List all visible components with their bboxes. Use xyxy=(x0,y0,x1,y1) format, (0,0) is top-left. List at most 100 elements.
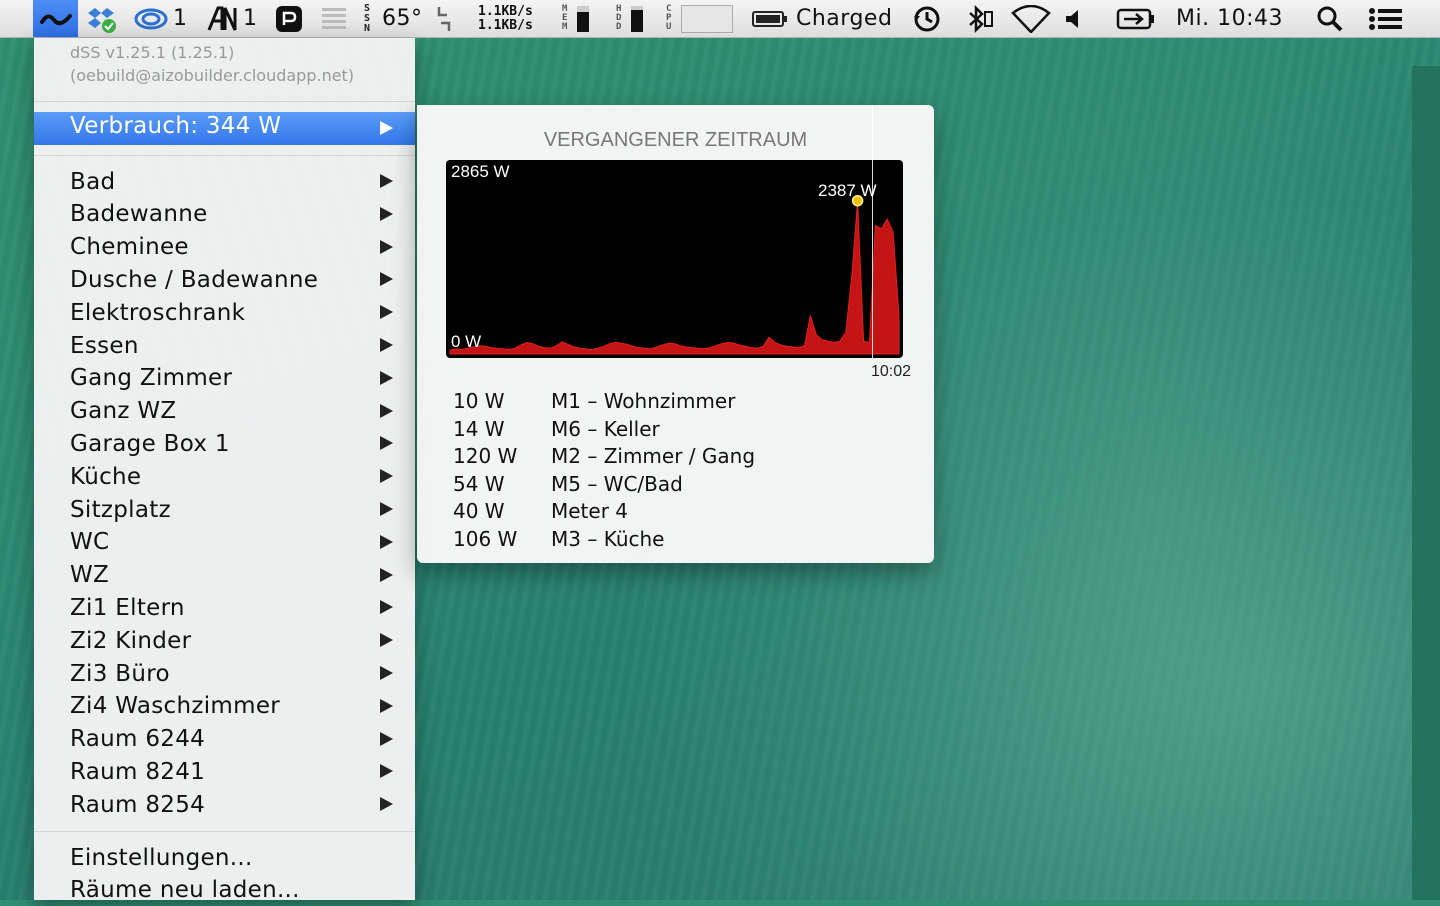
room-label: Sitzplatz xyxy=(70,496,171,523)
disk-bar xyxy=(631,5,643,32)
stacked-bars-icon[interactable] xyxy=(320,0,348,37)
menu-item-reload-rooms[interactable]: Räume neu laden... xyxy=(34,873,415,906)
menu-item-room[interactable]: WC xyxy=(34,526,415,559)
room-label: Zi1 Eltern xyxy=(70,594,185,621)
menu-item-room[interactable]: Bad xyxy=(34,165,415,198)
dss-app-menu-extra[interactable] xyxy=(33,0,78,37)
cpu-graph xyxy=(681,4,733,33)
menu-item-room[interactable]: Gang Zimmer xyxy=(34,362,415,395)
clock-text: Mi. 10:43 xyxy=(1176,6,1283,31)
weather-menu-extra[interactable]: SSN 65° xyxy=(364,0,423,37)
cpu-meter[interactable]: CPU xyxy=(666,0,733,37)
menu-item-room[interactable]: Raum 6244 xyxy=(34,723,415,756)
chart-marker-label: 2387 W xyxy=(818,181,877,200)
menubar-clock[interactable]: Mi. 10:43 xyxy=(1176,0,1283,37)
wifi-icon[interactable] xyxy=(1011,0,1051,37)
submenu-arrow-icon xyxy=(380,633,393,648)
menu-item-room[interactable]: WZ xyxy=(34,559,415,592)
submenu-arrow-icon xyxy=(380,436,393,451)
submenu-arrow-icon xyxy=(380,764,393,779)
network-speed-readout[interactable]: 1.1KB/s 1.1KB/s xyxy=(478,0,533,37)
submenu-arrow-icon xyxy=(380,370,393,385)
menu-item-room[interactable]: Zi4 Waschzimmer xyxy=(34,690,415,723)
menu-item-room[interactable]: Zi2 Kinder xyxy=(34,624,415,657)
menu-item-room[interactable]: Badewanne xyxy=(34,198,415,231)
disk-meter[interactable]: HDD xyxy=(616,0,643,37)
font-icon xyxy=(207,6,237,31)
font-menu-extra[interactable]: 1 xyxy=(207,0,258,37)
power-source-icon[interactable] xyxy=(1116,0,1156,37)
menu-item-room[interactable]: Essen xyxy=(34,329,415,362)
menu-item-room[interactable]: Ganz WZ xyxy=(34,395,415,428)
submenu-arrow-icon xyxy=(380,731,393,746)
menu-separator xyxy=(34,155,415,156)
room-label: Zi3 Büro xyxy=(70,660,170,687)
dropbox-sync-icon[interactable] xyxy=(84,0,120,37)
submenu-arrow-icon xyxy=(380,338,393,352)
time-machine-icon[interactable] xyxy=(912,0,942,37)
volume-icon[interactable] xyxy=(1064,0,1084,37)
submenu-arrow-icon xyxy=(380,469,393,484)
network-upload-speed: 1.1KB/s xyxy=(478,3,533,19)
menu-item-room[interactable]: Raum 8241 xyxy=(34,755,415,788)
font-count: 1 xyxy=(243,6,258,31)
submenu-arrow-icon xyxy=(380,272,393,287)
room-label: Dusche / Badewanne xyxy=(70,266,319,293)
room-label: WZ xyxy=(70,562,110,589)
room-label: Cheminee xyxy=(70,234,189,261)
meter-row: 106 W M3 – Küche xyxy=(453,527,893,555)
menu-item-room[interactable]: Zi1 Eltern xyxy=(34,591,415,624)
menu-separator xyxy=(34,101,415,102)
cpu-label: CPU xyxy=(666,4,672,32)
submenu-arrow-icon xyxy=(380,600,393,615)
meter-value: 106 W xyxy=(453,527,518,551)
menu-item-consumption[interactable]: Verbrauch: 344 W xyxy=(34,112,415,145)
submenu-arrow-icon xyxy=(380,502,393,516)
settings-label: Einstellungen... xyxy=(70,844,253,871)
submenu-arrow-icon xyxy=(380,121,393,135)
temperature-reading: 65° xyxy=(382,6,423,31)
meter-name: M6 – Keller xyxy=(551,416,660,441)
submenu-arrow-icon xyxy=(380,206,393,221)
chart-time-label: 10:02 xyxy=(871,363,912,380)
battery-menu-extra[interactable]: Charged xyxy=(752,0,892,37)
room-label: Ganz WZ xyxy=(70,398,177,425)
menu-bar: 1 1 SSN 65° 1.1KB/s 1.1KB/s MEM HDD CPU … xyxy=(0,0,1440,38)
menu-item-room[interactable]: Garage Box 1 xyxy=(34,427,415,460)
meter-value: 54 W xyxy=(453,471,505,496)
submenu-arrow-icon xyxy=(380,239,393,254)
power-area-series xyxy=(449,200,900,355)
room-label: WC xyxy=(70,529,110,556)
power-chart[interactable]: 2865 W 0 W 2387 W xyxy=(446,160,903,358)
spotlight-search-icon[interactable] xyxy=(1316,0,1344,37)
room-label: Küche xyxy=(70,463,142,490)
submenu-arrow-icon xyxy=(380,174,393,188)
submenu-arrow-icon xyxy=(380,666,393,680)
weather-direction: SSN xyxy=(364,2,371,34)
consumption-label: Verbrauch: 344 W xyxy=(70,113,282,139)
meter-value: 40 W xyxy=(453,499,505,524)
memory-meter[interactable]: MEM xyxy=(562,0,589,37)
memory-bar xyxy=(577,5,589,32)
meter-value: 14 W xyxy=(453,416,505,441)
menu-item-room[interactable]: Sitzplatz xyxy=(34,493,415,526)
menu-item-room[interactable]: Cheminee xyxy=(34,231,415,264)
cloud-sync-menu-extra[interactable]: 1 xyxy=(133,0,188,37)
menu-item-room[interactable]: Dusche / Badewanne xyxy=(34,263,415,296)
menu-item-room[interactable]: Zi3 Büro xyxy=(34,657,415,690)
menu-item-settings[interactable]: Einstellungen... xyxy=(34,841,415,874)
refresh-arrows-icon[interactable] xyxy=(436,0,452,37)
version-info: dSS v1.25.1 (1.25.1) xyxy=(70,43,235,62)
consumption-submenu: VERGANGENER ZEITRAUM 2865 W 0 W 2387 W 1… xyxy=(417,105,934,563)
notification-center-icon[interactable] xyxy=(1368,0,1404,37)
desktop-window-edge xyxy=(1412,66,1440,900)
meter-name: M3 – Küche xyxy=(551,527,665,551)
menu-item-room[interactable]: Raum 8254 xyxy=(34,788,415,821)
chart-max-label: 2865 W xyxy=(451,162,510,181)
room-label: Zi4 Waschzimmer xyxy=(70,693,281,720)
screenshot-tool-icon[interactable] xyxy=(275,0,303,37)
bluetooth-icon[interactable] xyxy=(964,0,994,37)
submenu-arrow-icon xyxy=(380,797,393,812)
menu-item-room[interactable]: Küche xyxy=(34,460,415,493)
menu-item-room[interactable]: Elektroschrank xyxy=(34,296,415,329)
